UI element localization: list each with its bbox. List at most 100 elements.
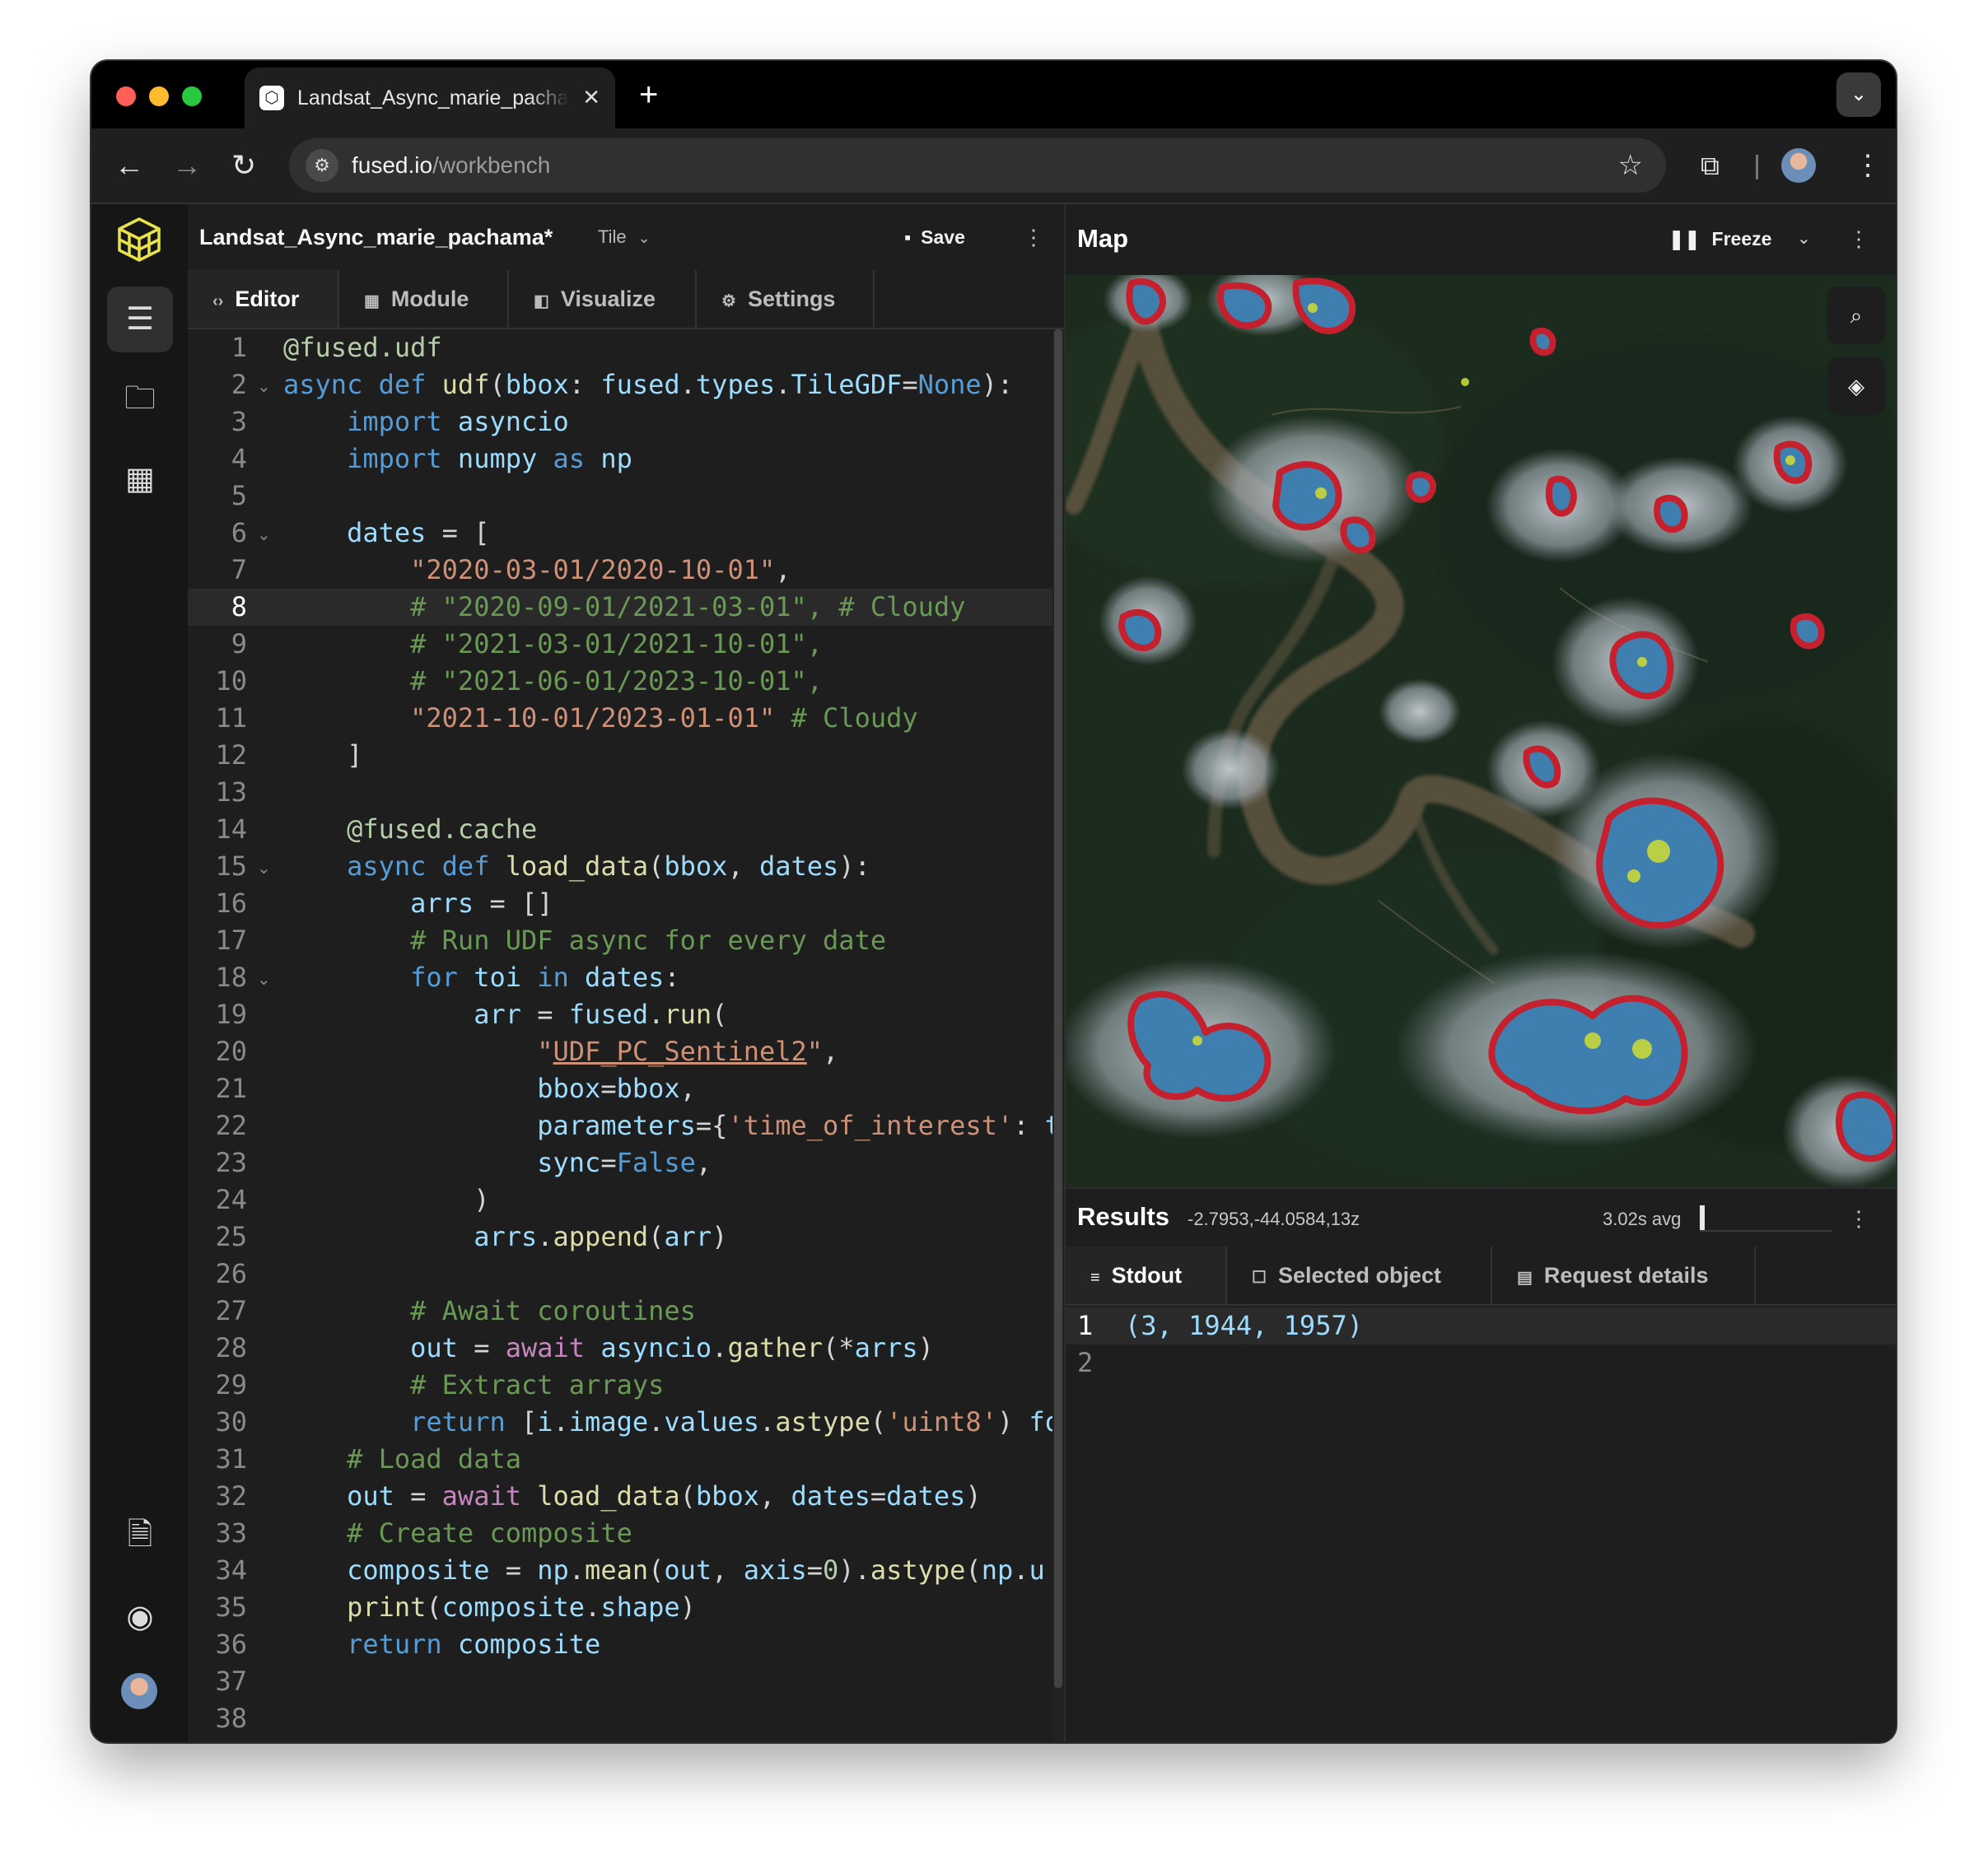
browser-window: ⬡ Landsat_Async_marie_pachama ✕ + ⌄ ← → … xyxy=(91,61,1896,1742)
site-settings-icon[interactable]: ⚙ xyxy=(306,149,338,182)
satellite-map[interactable] xyxy=(1066,275,1896,1187)
tab-module[interactable]: ▦ Module xyxy=(339,270,509,328)
tab-selected-object[interactable]: ☐ Selected object xyxy=(1227,1247,1492,1304)
save-button[interactable]: ▪ Save xyxy=(904,222,965,252)
map-search-icon[interactable]: ⌕ xyxy=(1827,287,1885,344)
code-line: 23 sync=False, xyxy=(188,1144,1052,1181)
code-line: 4 import numpy as np xyxy=(188,440,1052,478)
code-line: 27 # Await coroutines xyxy=(188,1293,1052,1330)
code-line-text: composite = np.mean(out, axis=0).astype(… xyxy=(347,1554,1045,1586)
results-more-icon[interactable]: ⋮ xyxy=(1848,1202,1869,1235)
browser-tab[interactable]: ⬡ Landsat_Async_marie_pachama ✕ xyxy=(245,68,615,128)
code-line: 34 composite = np.mean(out, axis=0).asty… xyxy=(188,1552,1052,1589)
code-line-text: parameters={'time_of_interest': t xyxy=(537,1110,1052,1141)
close-window-button[interactable] xyxy=(116,86,136,106)
code-line-text: @fused.cache xyxy=(347,813,538,845)
reload-icon[interactable]: ↻ xyxy=(231,145,256,186)
back-arrow-icon[interactable]: ← xyxy=(114,145,144,186)
tab-visualize[interactable]: ◧ Visualize xyxy=(509,270,697,328)
tab-request-details[interactable]: ▤ Request details xyxy=(1492,1247,1756,1304)
code-line-text: arr = fused.run( xyxy=(474,999,728,1030)
tab-request-details-label: Request details xyxy=(1543,1263,1709,1288)
map-title: Map xyxy=(1077,224,1128,253)
maximize-window-button[interactable] xyxy=(182,86,202,106)
fold-chevron-icon[interactable]: ⌄ xyxy=(257,850,271,887)
mode-dropdown[interactable]: Tile ⌄ xyxy=(598,222,651,253)
code-line-text: arrs = [] xyxy=(410,888,553,919)
square-icon: ☐ xyxy=(1252,1269,1267,1287)
browser-menu-icon[interactable]: ⋮ xyxy=(1854,147,1882,184)
left-rail: ☰ 🗀 ▦ 🗎 ◉ xyxy=(91,204,189,1742)
code-line: 21 bbox=bbox, xyxy=(188,1070,1052,1107)
code-line-text: return composite xyxy=(347,1629,601,1660)
fold-chevron-icon[interactable]: ⌄ xyxy=(257,961,271,998)
code-line-text: # "2021-06-01/2023-10-01", xyxy=(410,665,824,697)
code-line-text: # "2021-03-01/2021-10-01", xyxy=(410,628,824,659)
code-line-text: # Extract arrays xyxy=(410,1369,665,1400)
layers-icon[interactable]: ☰ xyxy=(107,287,173,352)
forward-arrow-icon[interactable]: → xyxy=(172,145,202,186)
tab-module-label: Module xyxy=(390,287,469,311)
code-line-current: 8 # "2020-09-01/2021-03-01", # Cloudy xyxy=(188,589,1052,626)
code-line-text: async def udf(bbox: fused.types.TileGDF=… xyxy=(283,369,1014,400)
minimize-window-button[interactable] xyxy=(149,86,169,106)
bookmark-star-icon[interactable]: ☆ xyxy=(1618,148,1643,183)
code-icon: ‹› xyxy=(212,292,224,310)
fold-chevron-icon[interactable]: ⌄ xyxy=(257,368,271,405)
tab-editor-label: Editor xyxy=(235,287,300,311)
editor-header: Landsat_Async_marie_pachama* Tile ⌄ ▪ Save… xyxy=(188,204,1064,270)
url-bar[interactable]: ⚙ fused.io/workbench ☆ xyxy=(289,138,1666,193)
toolbar-divider xyxy=(1756,155,1758,179)
docs-file-icon[interactable]: 🗎 xyxy=(107,1502,173,1568)
code-line: 17 # Run UDF async for every date xyxy=(188,922,1052,959)
new-tab-button[interactable]: + xyxy=(639,77,658,112)
save-label: Save xyxy=(921,226,965,248)
url-path: /workbench xyxy=(432,152,551,178)
code-line: 32 out = await load_data(bbox, dates=dat… xyxy=(188,1478,1052,1515)
tab-search-button[interactable]: ⌄ xyxy=(1836,72,1881,117)
editor-scrollbar-thumb[interactable] xyxy=(1054,329,1062,1688)
tab-stdout[interactable]: ≡ Stdout xyxy=(1066,1247,1227,1304)
code-line: 2 ⌄ async def udf(bbox: fused.types.TileGD… xyxy=(188,366,1052,403)
code-line: 1 @fused.udf xyxy=(188,329,1052,366)
map-view[interactable]: ⌕ ◈ xyxy=(1066,275,1896,1187)
code-line-text: # Await coroutines xyxy=(410,1295,696,1326)
avg-time-fill xyxy=(1700,1205,1706,1230)
results-panel: Results -2.7953,-44.0584,13z 3.02s avg ⋮… xyxy=(1066,1187,1896,1742)
code-line-text: "2020-03-01/2020-10-01", xyxy=(410,554,791,585)
code-line-text: out = await load_data(bbox, dates=dates) xyxy=(347,1480,982,1512)
map-more-icon[interactable]: ⋮ xyxy=(1848,222,1869,255)
code-line: 35 print(composite.shape) xyxy=(188,1589,1052,1626)
code-line-text: print(composite.shape) xyxy=(347,1591,696,1623)
pause-icon: ❚❚ xyxy=(1668,228,1701,249)
code-line: 19 arr = fused.run( xyxy=(188,996,1052,1033)
code-line: 24 ) xyxy=(188,1181,1052,1219)
extensions-puzzle-icon[interactable]: ⧉ xyxy=(1701,147,1720,184)
discord-icon[interactable]: ◉ xyxy=(107,1584,173,1650)
code-line-text: @fused.udf xyxy=(283,332,442,363)
editor-more-icon[interactable]: ⋮ xyxy=(1023,221,1044,254)
udf-title[interactable]: Landsat_Async_marie_pachama* xyxy=(199,221,553,254)
user-avatar[interactable] xyxy=(121,1673,157,1709)
fold-chevron-icon[interactable]: ⌄ xyxy=(257,516,271,553)
chevron-down-icon[interactable]: ⌄ xyxy=(1797,224,1811,254)
catalog-grid-icon[interactable]: ▦ xyxy=(107,446,173,512)
tab-close-icon[interactable]: ✕ xyxy=(582,82,600,112)
profile-avatar[interactable] xyxy=(1781,148,1816,183)
map-layers-icon[interactable]: ◈ xyxy=(1827,357,1885,415)
code-line: 10 # "2021-06-01/2023-10-01", xyxy=(188,663,1052,700)
freeze-button[interactable]: ❚❚ Freeze xyxy=(1668,224,1771,254)
fused-logo-icon[interactable] xyxy=(114,216,164,265)
tab-editor[interactable]: ‹› Editor xyxy=(188,270,339,328)
tab-selected-object-label: Selected object xyxy=(1277,1263,1442,1288)
code-editor[interactable]: 1 @fused.udf 2 ⌄ async def udf(bbox: fused.… xyxy=(188,329,1052,1742)
code-line: 12 ] xyxy=(188,737,1052,774)
tab-settings[interactable]: ⚙ Settings xyxy=(697,270,875,328)
url-text[interactable]: fused.io/workbench xyxy=(352,149,550,182)
code-line-text: out = await asyncio.gather(*arrs) xyxy=(410,1332,934,1363)
tab-settings-label: Settings xyxy=(747,287,836,311)
url-host: fused.io xyxy=(352,152,433,178)
code-line-text: # Load data xyxy=(347,1443,521,1475)
code-line: 3 import asyncio xyxy=(188,403,1052,440)
add-folder-icon[interactable]: 🗀 xyxy=(107,366,173,431)
